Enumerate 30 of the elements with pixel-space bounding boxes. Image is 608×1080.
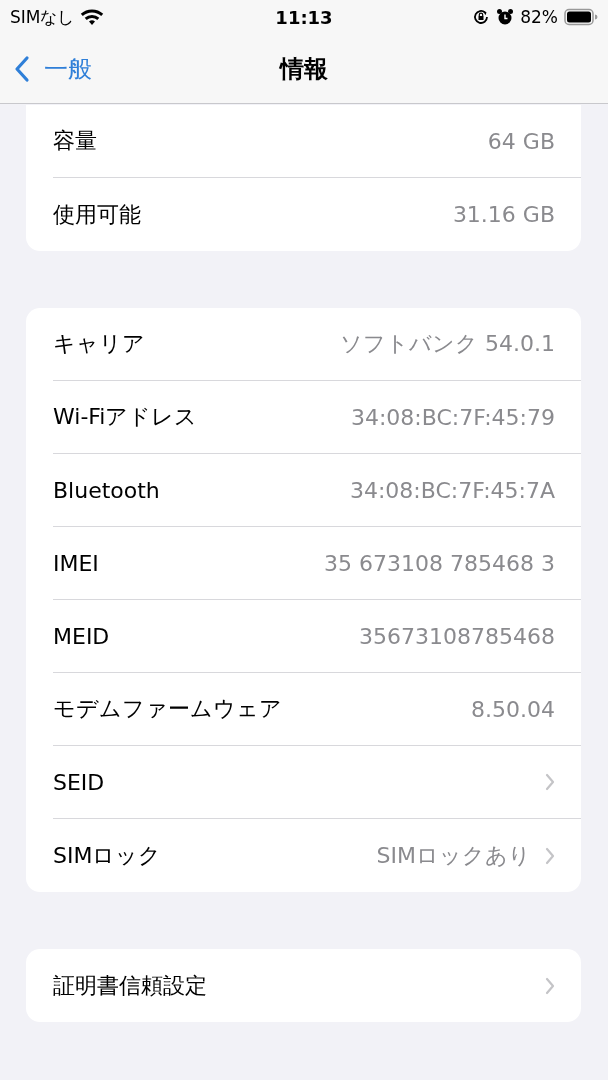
clock-time: 11:13	[275, 6, 333, 28]
row-value: 34:08:BC:7F:45:79	[350, 404, 555, 430]
row-label: MEID	[53, 623, 110, 649]
row-value: 8.50.04	[471, 696, 555, 722]
row-label: Bluetooth	[53, 477, 160, 503]
row-value: ソフトバンク 54.0.1	[340, 330, 555, 358]
row-label: Wi-Fiアドレス	[53, 403, 198, 431]
row-value: 35 673108 785468 3	[324, 550, 555, 576]
row-label: SEID	[53, 769, 105, 795]
wifi-icon	[80, 8, 105, 26]
row-label: SIMロック	[53, 841, 162, 870]
row-label: キャリア	[53, 330, 145, 358]
row-label: 容量	[53, 127, 97, 155]
carrier-label: SIMなし	[10, 5, 75, 29]
row-label: IMEI	[53, 550, 99, 576]
battery-icon	[564, 8, 598, 26]
rotation-lock-icon	[472, 8, 491, 26]
row-value: 34:08:BC:7F:45:7A	[349, 477, 555, 503]
row-value: 35673108785468	[359, 623, 555, 649]
page-title: 情報	[280, 53, 328, 85]
back-chevron-icon	[14, 54, 30, 83]
row-value: 64 GB	[487, 128, 555, 154]
row-label: 使用可能	[53, 200, 141, 229]
row-value: SIMロックあり	[376, 841, 531, 870]
back-button[interactable]: 一般	[0, 52, 92, 85]
battery-percent: 82%	[520, 7, 558, 27]
row-label: モデムファームウェア	[53, 695, 282, 723]
alarm-clock-icon	[496, 8, 515, 26]
row-label: 証明書信頼設定	[53, 971, 207, 1000]
row-value: 31.16 GB	[452, 202, 555, 227]
